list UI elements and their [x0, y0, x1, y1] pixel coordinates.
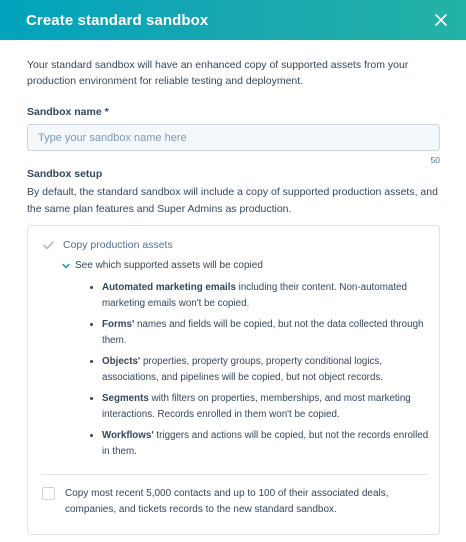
copy-contacts-label: Copy most recent 5,000 contacts and up t… [65, 488, 389, 515]
copy-contacts-option[interactable]: Copy most recent 5,000 contacts and up t… [42, 486, 427, 518]
copy-assets-checkbox [42, 239, 54, 251]
chevron-down-icon [62, 263, 70, 268]
sandbox-setup-label: Sandbox setup [27, 168, 103, 180]
options-divider [41, 474, 427, 475]
supported-assets-list: Automated marketing emails including the… [90, 280, 430, 465]
sandbox-name-label: Sandbox name * [27, 106, 109, 118]
list-item: Segments with filters on properties, mem… [90, 391, 430, 422]
dialog-intro: Your standard sandbox will have an enhan… [27, 59, 409, 87]
setup-options-panel: Copy production assets See which support… [27, 225, 440, 535]
char-limit-counter: 50 [430, 155, 440, 165]
copy-assets-label: Copy production assets [63, 239, 173, 251]
list-item: Automated marketing emails including the… [90, 280, 430, 311]
list-item: Forms' names and fields will be copied, … [90, 317, 430, 348]
close-icon [435, 14, 447, 26]
copy-production-assets-option: Copy production assets [42, 239, 173, 251]
dialog-title: Create standard sandbox [26, 11, 209, 29]
list-item: Objects' properties, property groups, pr… [90, 354, 430, 385]
close-button[interactable] [432, 11, 450, 29]
sandbox-setup-description: By default, the standard sandbox will in… [27, 186, 438, 215]
copy-contacts-checkbox[interactable] [42, 487, 55, 500]
dialog-header: Create standard sandbox [0, 0, 466, 40]
list-item: Workflows' triggers and actions will be … [90, 428, 430, 459]
sandbox-name-input[interactable] [27, 124, 440, 151]
see-assets-toggle-label: See which supported assets will be copie… [75, 260, 263, 271]
checkmark-icon [42, 240, 54, 249]
see-assets-toggle[interactable]: See which supported assets will be copie… [62, 260, 263, 271]
